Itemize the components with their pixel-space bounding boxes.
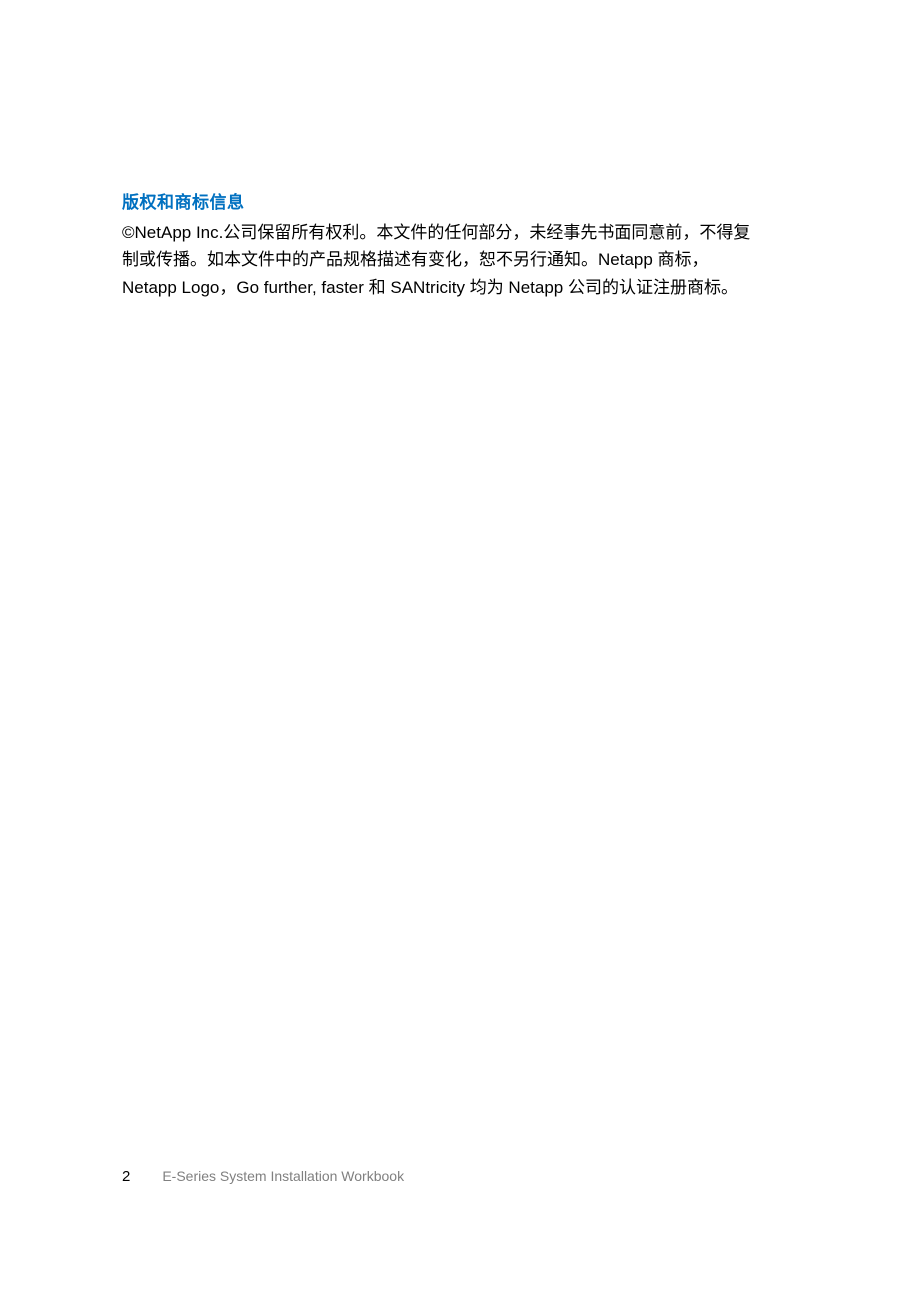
section-heading: 版权和商标信息 <box>122 188 798 213</box>
body-paragraph-line-1: ©NetApp Inc.公司保留所有权利。本文件的任何部分，未经事先书面同意前，… <box>122 221 798 246</box>
body-paragraph-line-3: Netapp Logo，Go further, faster 和 SANtric… <box>122 276 798 301</box>
body-paragraph-line-2: 制或传播。如本文件中的产品规格描述有变化，恕不另行通知。Netapp 商标， <box>122 248 798 273</box>
document-page: 版权和商标信息 ©NetApp Inc.公司保留所有权利。本文件的任何部分，未经… <box>0 0 920 301</box>
footer-title: E-Series System Installation Workbook <box>162 1168 404 1184</box>
page-number: 2 <box>122 1168 130 1185</box>
page-footer: 2 E-Series System Installation Workbook <box>122 1168 404 1185</box>
